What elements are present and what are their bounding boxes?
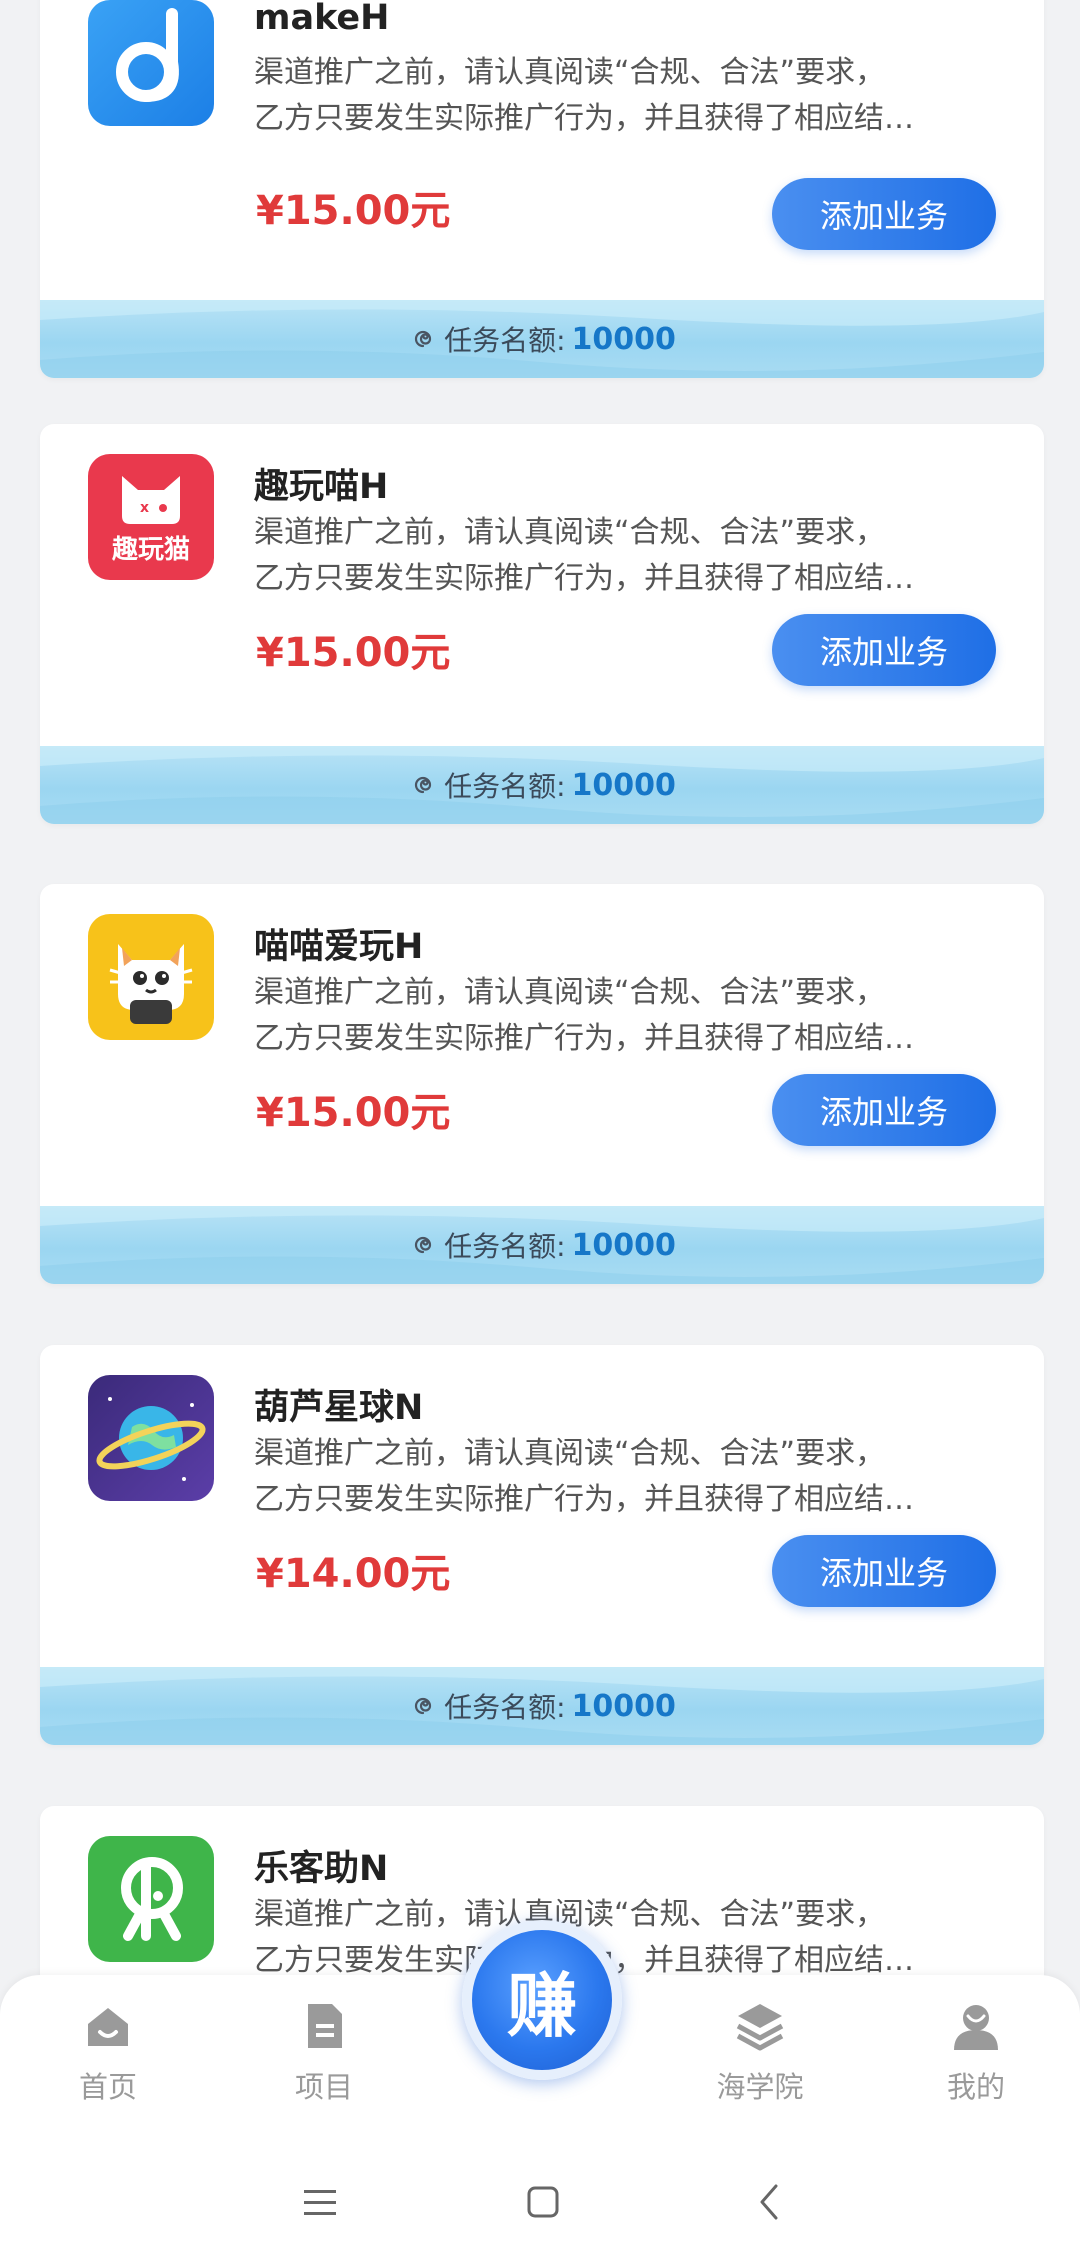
app-name: 乐客助N — [254, 1849, 389, 1889]
spiral-icon — [415, 1697, 432, 1715]
add-business-button[interactable]: 添加业务 — [772, 1535, 996, 1607]
task-card[interactable]: x 趣玩猫 趣玩喵H 渠道推广之前，请认真阅读“合规、合法”要求， 乙方只要发生… — [40, 424, 1044, 824]
tab-academy[interactable]: 海学院 — [690, 2000, 830, 2120]
tab-home[interactable]: 首页 — [38, 2000, 178, 2120]
quwanmiao-app-icon: x 趣玩猫 — [88, 454, 214, 580]
desc-line: 渠道推广之前，请认真阅读“合规、合法”要求， — [254, 515, 886, 550]
desc-line: 渠道推广之前，请认真阅读“合规、合法”要求， — [254, 1436, 886, 1471]
app-description: 渠道推广之前，请认真阅读“合规、合法”要求， 乙方只要发生实际推广行为，并且获得… — [254, 970, 994, 1062]
quwanmiao-icon-text: 趣玩猫 — [111, 535, 190, 565]
app-description: 渠道推广之前，请认真阅读“合规、合法”要求， 乙方只要发生实际推广行为，并且获得… — [254, 50, 994, 142]
desc-line: 乙方只要发生实际推广行为，并且获得了相应结… — [254, 561, 914, 596]
quota-value: 10000 — [571, 1227, 676, 1263]
desc-line: 乙方只要发生实际推广行为，并且获得了相应结… — [254, 1021, 914, 1056]
app-description: 渠道推广之前，请认真阅读“合规、合法”要求， 乙方只要发生实际推广行为，并且获得… — [254, 510, 994, 602]
quota-value: 10000 — [571, 1688, 676, 1724]
add-business-button[interactable]: 添加业务 — [772, 178, 996, 250]
price: ¥15.00元 — [256, 1090, 451, 1136]
price: ¥14.00元 — [256, 1551, 451, 1597]
tab-label: 海学院 — [716, 2070, 804, 2104]
tab-mine[interactable]: 我的 — [906, 2000, 1046, 2120]
tab-projects[interactable]: 项目 — [254, 2000, 394, 2120]
quota-banner: 任务名额: 10000 — [40, 1667, 1044, 1745]
tab-label: 首页 — [78, 2070, 137, 2104]
layers-icon — [736, 2004, 784, 2051]
price: ¥15.00元 — [256, 630, 451, 676]
desc-line: 渠道推广之前，请认真阅读“合规、合法”要求， — [254, 975, 886, 1010]
hulu-planet-app-icon — [88, 1375, 214, 1501]
app-description: 渠道推广之前，请认真阅读“合规、合法”要求， 乙方只要发生实际推广行为，并且获得… — [254, 1431, 994, 1523]
quota-value: 10000 — [571, 767, 676, 803]
document-icon — [308, 2004, 342, 2048]
tab-label: 我的 — [946, 2070, 1005, 2104]
add-business-button[interactable]: 添加业务 — [772, 1074, 996, 1146]
quota-label: 任务名额: — [444, 324, 566, 357]
app-name: makeH — [254, 0, 390, 38]
task-card[interactable]: 喵喵爱玩H 渠道推广之前，请认真阅读“合规、合法”要求， 乙方只要发生实际推广行… — [40, 884, 1044, 1284]
earn-button[interactable]: 赚 — [462, 1920, 622, 2080]
menu-icon[interactable] — [290, 2178, 350, 2228]
quota-label: 任务名额: — [444, 1691, 566, 1724]
home-square-icon[interactable] — [513, 2178, 573, 2228]
user-icon — [954, 2005, 998, 2050]
desc-line: 乙方只要发生实际推广行为，并且获得了相应结… — [254, 101, 914, 136]
spiral-icon — [415, 1236, 432, 1254]
task-card[interactable]: makeH 渠道推广之前，请认真阅读“合规、合法”要求， 乙方只要发生实际推广行… — [40, 0, 1044, 378]
back-icon[interactable] — [740, 2178, 800, 2228]
makeh-app-icon — [88, 0, 214, 126]
price: ¥15.00元 — [256, 188, 451, 234]
desc-line: 乙方只要发生实际推广行为，并且获得了相应结… — [254, 1482, 914, 1517]
tab-label: 项目 — [294, 2070, 353, 2104]
quota-value: 10000 — [571, 321, 676, 357]
quota-label: 任务名额: — [444, 770, 566, 803]
home-icon — [88, 2008, 128, 2046]
add-business-button[interactable]: 添加业务 — [772, 614, 996, 686]
app-name: 葫芦星球N — [254, 1388, 424, 1428]
app-description: 渠道推广之前，请认真阅读“合规、合法”要求， 乙方只要发生实际推广行为，并且获得… — [254, 1892, 994, 1984]
spiral-icon — [415, 330, 432, 348]
desc-line: 渠道推广之前，请认真阅读“合规、合法”要求， — [254, 1897, 886, 1932]
lekezhu-app-icon — [88, 1836, 214, 1962]
task-card[interactable]: 葫芦星球N 渠道推广之前，请认真阅读“合规、合法”要求， 乙方只要发生实际推广行… — [40, 1345, 1044, 1745]
miaomiao-app-icon — [88, 914, 214, 1040]
app-name: 趣玩喵H — [254, 467, 389, 507]
svg-text:x: x — [140, 500, 149, 516]
quota-banner: 任务名额: 10000 — [40, 1206, 1044, 1284]
quota-banner: 任务名额: 10000 — [40, 300, 1044, 378]
desc-line: 渠道推广之前，请认真阅读“合规、合法”要求， — [254, 55, 886, 90]
spiral-icon — [415, 776, 432, 794]
system-navigation-bar — [0, 2140, 1080, 2263]
quota-label: 任务名额: — [444, 1230, 566, 1263]
quota-banner: 任务名额: 10000 — [40, 746, 1044, 824]
app-name: 喵喵爱玩H — [254, 927, 424, 967]
